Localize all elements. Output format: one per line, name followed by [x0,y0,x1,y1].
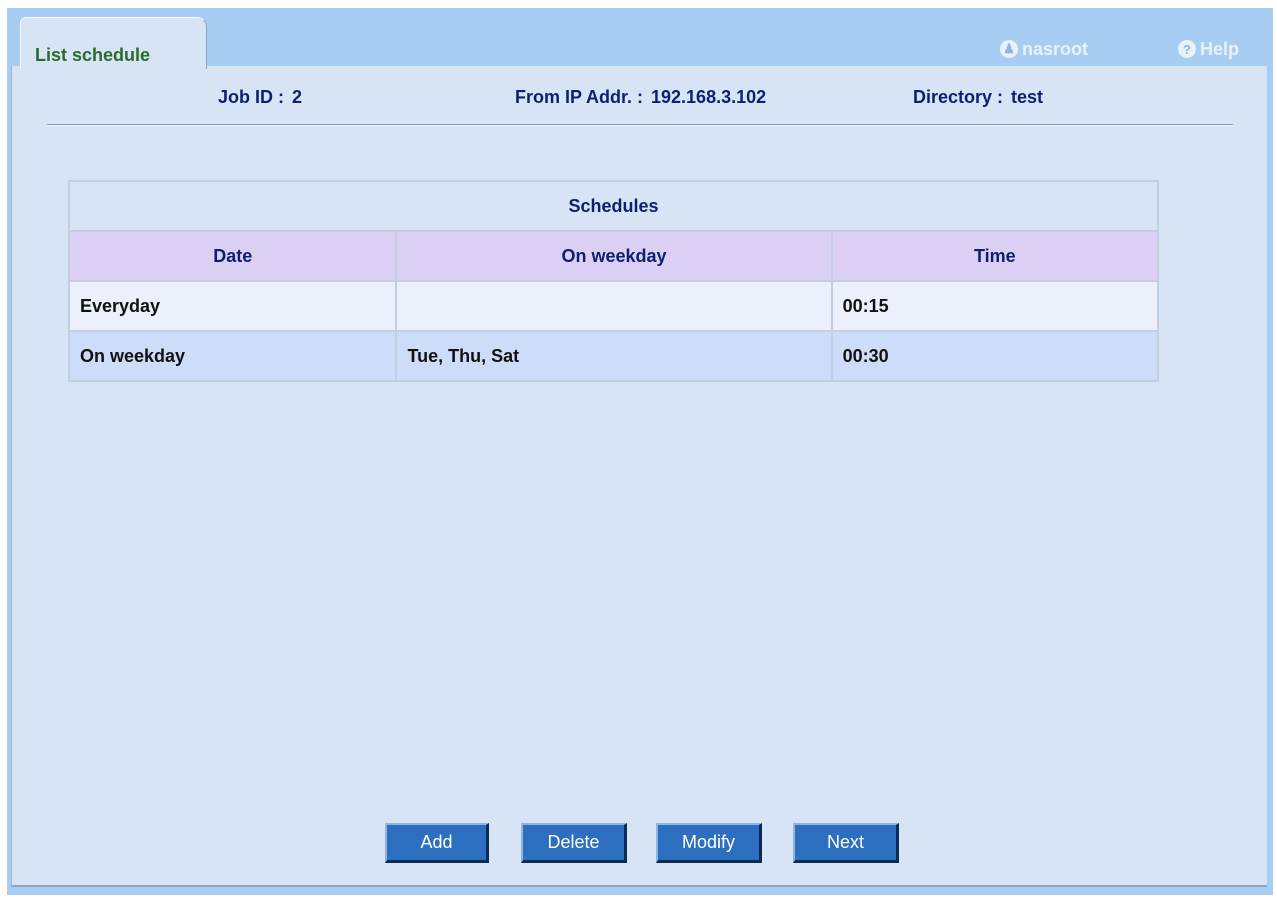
user-link[interactable]: ♟ nasroot [1000,37,1088,61]
directory-label: Directory : [913,87,1004,107]
table-row[interactable]: On weekday Tue, Thu, Sat 00:30 [67,330,1160,382]
next-button[interactable]: Next [793,823,899,863]
delete-button[interactable]: Delete [521,823,627,863]
schedules-header-row: Date On weekday Time [67,230,1160,282]
from-ip-label: From IP Addr. : [515,87,644,107]
user-icon: ♟ [1000,40,1018,58]
user-label: nasroot [1022,38,1089,59]
cell-date: Everyday [67,280,398,332]
from-ip-value: 192.168.3.102 [651,87,767,107]
header-divider [47,124,1233,126]
cell-date: On weekday [67,330,398,382]
help-link[interactable]: ? Help [1178,37,1239,61]
column-header-time: Time [830,230,1160,282]
schedules-title: Schedules [68,180,1159,232]
help-icon: ? [1178,40,1196,58]
directory-value: test [1011,87,1044,107]
directory-info: Directory : test [913,87,1043,108]
job-id-label: Job ID : [218,87,284,107]
help-label: Help [1200,38,1240,59]
cell-time: 00:30 [830,330,1160,382]
modify-button[interactable]: Modify [656,823,762,863]
column-header-date: Date [67,230,398,282]
from-ip-info: From IP Addr. : 192.168.3.102 [515,87,766,108]
tab-label: List schedule [35,45,151,65]
cell-time: 00:15 [830,280,1160,332]
add-button[interactable]: Add [385,823,489,863]
cell-on-weekday: Tue, Thu, Sat [395,330,833,382]
job-id-value: 2 [292,87,303,107]
cell-on-weekday [395,280,833,332]
job-id-info: Job ID : 2 [218,87,302,108]
schedules-title-row: Schedules [68,180,1159,232]
tab-list-schedule[interactable]: List schedule [20,17,207,69]
table-row[interactable]: Everyday 00:15 [67,280,1160,332]
schedules-table: Schedules Date On weekday Time Everyday … [67,180,1160,382]
column-header-on-weekday: On weekday [395,230,833,282]
